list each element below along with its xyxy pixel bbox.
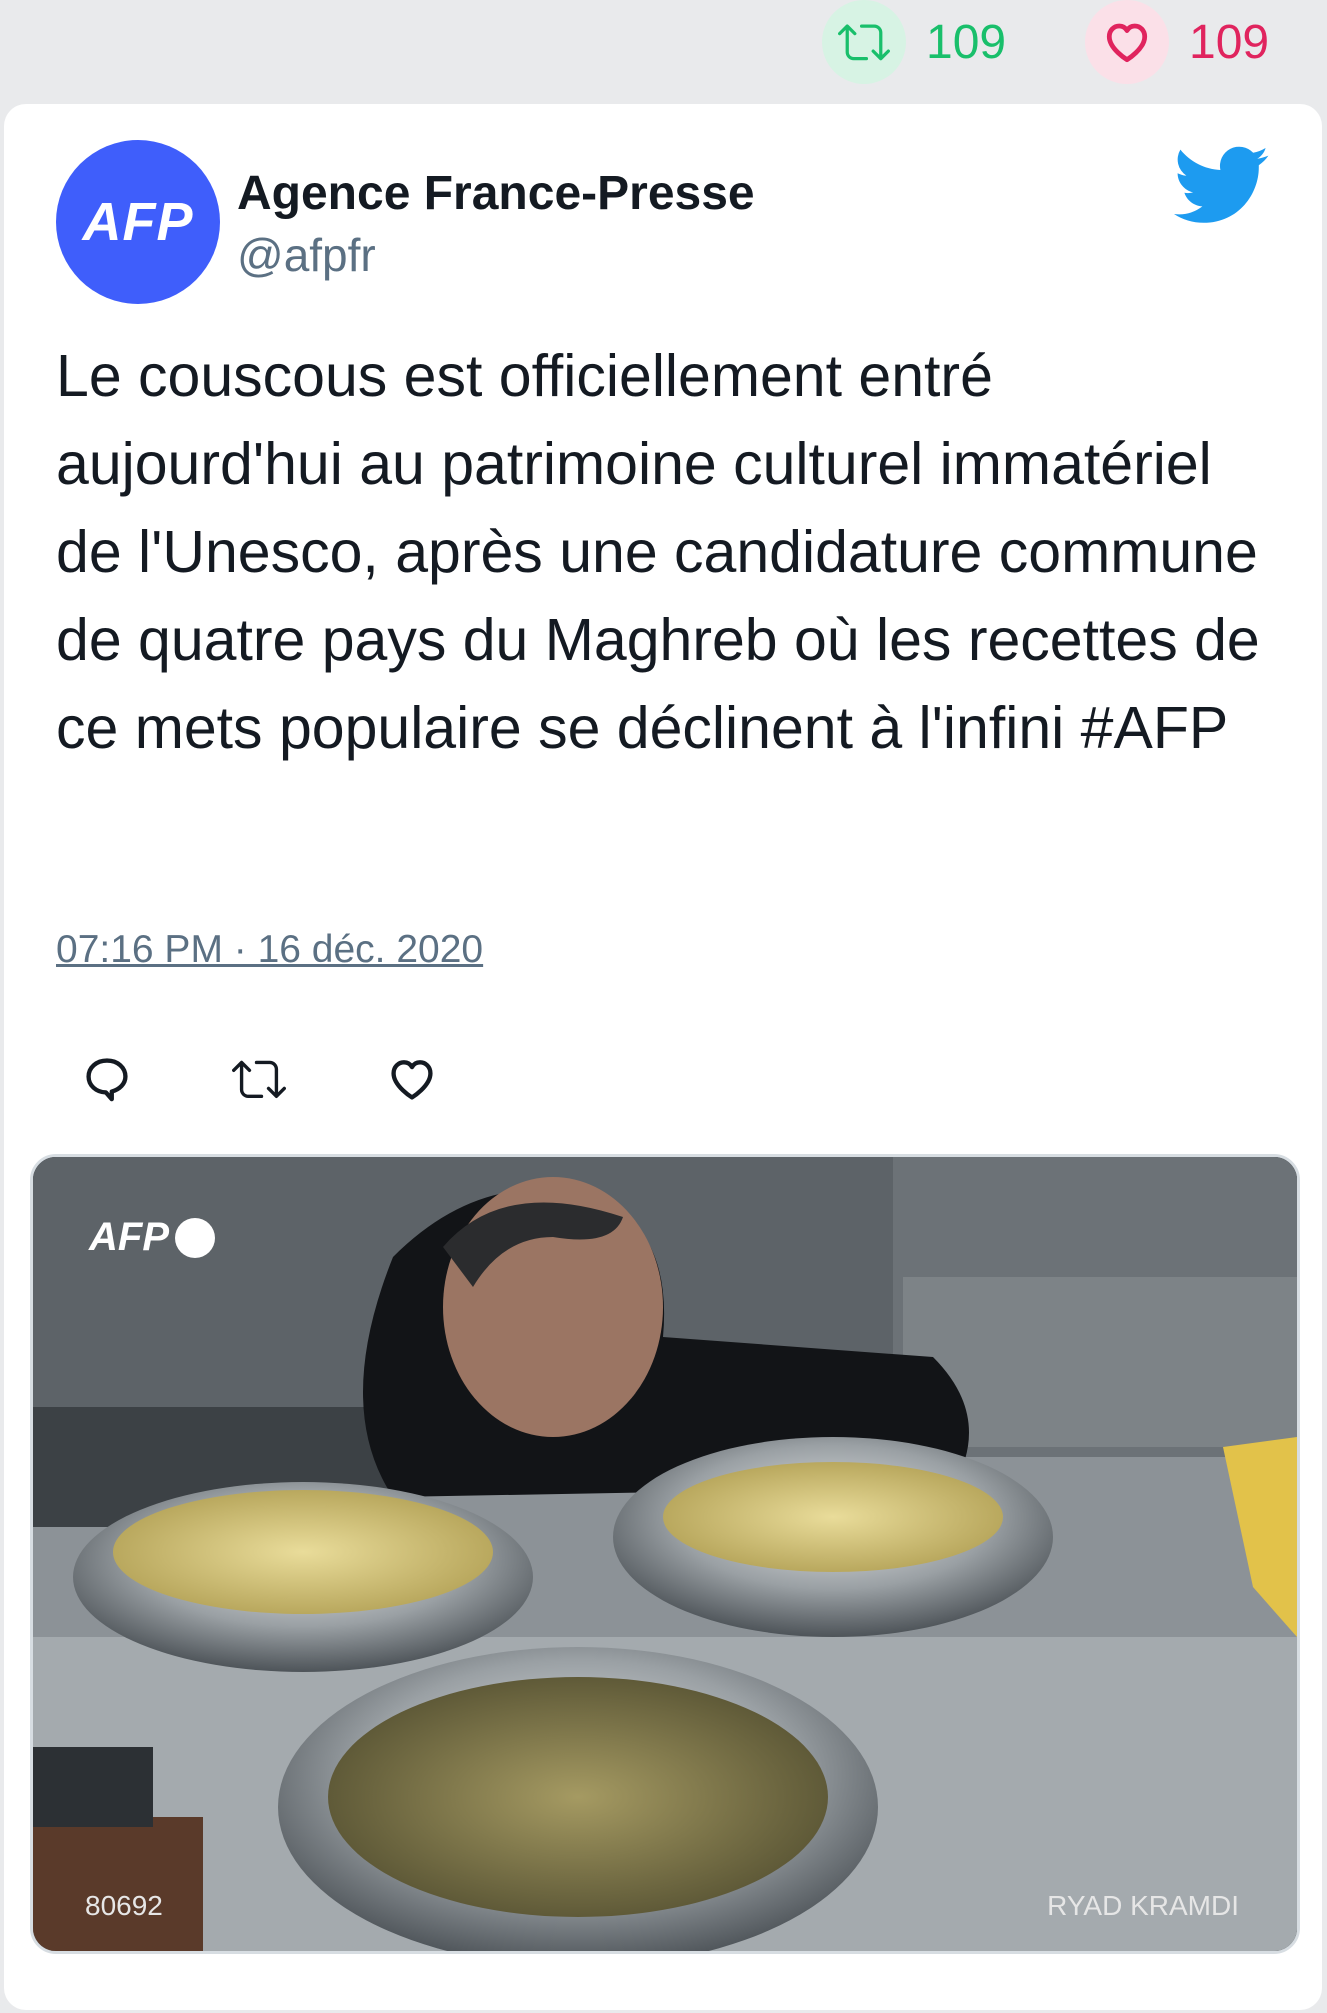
retweet-icon	[822, 0, 906, 84]
tweet-media-photo[interactable]: AFP 80692 RYAD KRAMDI	[30, 1154, 1300, 1954]
afp-watermark: AFP	[89, 1215, 215, 1260]
retweet-count: 109	[926, 15, 1007, 69]
retweet-button[interactable]	[226, 1046, 292, 1112]
couscous-photo	[33, 1157, 1297, 1951]
retweet-icon	[232, 1060, 286, 1099]
author-name[interactable]: Agence France-Presse	[237, 166, 755, 221]
like-button[interactable]	[379, 1046, 445, 1112]
avatar[interactable]: AFP	[56, 140, 220, 304]
retweet-stat[interactable]: 109	[822, 0, 1006, 84]
tweet-card: AFP Agence France-Presse @afpfr Le cousc…	[4, 104, 1322, 2010]
engagement-summary: 109 109	[0, 0, 1327, 100]
afp-watermark-text: AFP	[89, 1215, 169, 1259]
avatar-text: AFP	[82, 192, 194, 252]
like-count: 109	[1189, 15, 1270, 69]
twitter-bird-icon[interactable]	[1174, 146, 1270, 226]
like-icon	[391, 1060, 433, 1100]
tweet-text: Le couscous est officiellement entré auj…	[56, 343, 1260, 761]
tweet-actions	[56, 1046, 476, 1112]
photo-credit: RYAD KRAMDI	[1047, 1890, 1239, 1921]
heart-icon	[1085, 0, 1169, 84]
reply-button[interactable]	[74, 1046, 140, 1112]
tweet-timestamp[interactable]: 07:16 PM · 16 déc. 2020	[56, 928, 483, 972]
reply-icon	[86, 1058, 128, 1102]
author-handle[interactable]: @afpfr	[237, 228, 376, 282]
afp-watermark-dot	[175, 1217, 215, 1258]
like-stat[interactable]: 109	[1085, 0, 1269, 84]
photo-id: 80692	[85, 1890, 163, 1921]
